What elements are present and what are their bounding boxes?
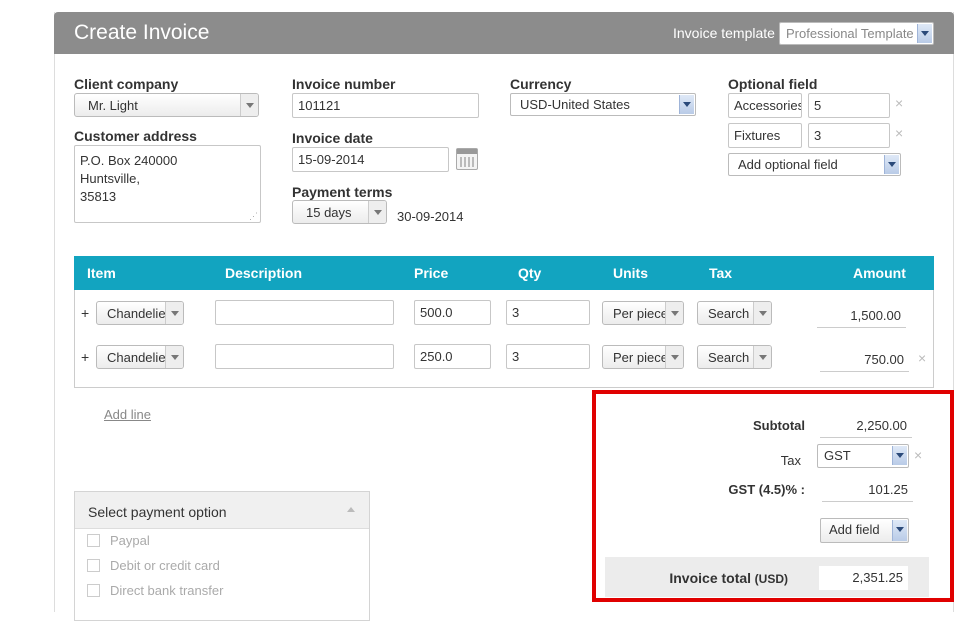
- client-company-label: Client company: [74, 76, 179, 92]
- add-row-icon[interactable]: +: [81, 305, 89, 321]
- chevron-down-icon: [165, 346, 183, 368]
- description-input[interactable]: [215, 344, 394, 369]
- optional-field-name-input[interactable]: Fixtures: [728, 123, 802, 148]
- chevron-down-icon: [753, 346, 771, 368]
- chevron-down-icon: [240, 94, 258, 116]
- optional-field-name-input[interactable]: Accessories: [728, 93, 802, 118]
- column-header-units: Units: [613, 265, 648, 281]
- column-header-qty: Qty: [518, 265, 542, 281]
- payment-options-panel: Select payment option Paypal Debit or cr…: [74, 491, 370, 621]
- item-select-value: Chandelier: [107, 306, 170, 321]
- close-icon[interactable]: ×: [895, 125, 903, 141]
- checkbox[interactable]: [87, 534, 100, 547]
- chevron-up-icon: [347, 507, 355, 512]
- item-select[interactable]: Chandelier: [96, 301, 184, 325]
- add-row-icon[interactable]: +: [81, 349, 89, 365]
- chevron-down-icon: [165, 302, 183, 324]
- column-header-item: Item: [87, 265, 116, 281]
- tax-search-select[interactable]: Search: [697, 345, 772, 369]
- column-header-description: Description: [225, 265, 303, 281]
- column-header-tax: Tax: [709, 265, 733, 281]
- close-icon[interactable]: ×: [895, 95, 903, 111]
- optional-field-value-input[interactable]: 3: [808, 123, 890, 148]
- checkbox[interactable]: [87, 584, 100, 597]
- payment-option-label: Direct bank transfer: [110, 583, 224, 598]
- address-line: P.O. Box 240000: [80, 153, 178, 168]
- column-header-price: Price: [414, 265, 449, 281]
- customer-address-textarea[interactable]: P.O. Box 240000 Huntsville, 35813 ⋰: [74, 145, 261, 223]
- payment-terms-value: 15 days: [306, 205, 352, 220]
- chevron-down-icon: [679, 95, 694, 114]
- item-select-value: Chandelier: [107, 350, 170, 365]
- checkbox[interactable]: [87, 559, 100, 572]
- payment-option-label: Debit or credit card: [110, 558, 220, 573]
- qty-input[interactable]: 3: [506, 300, 590, 325]
- row-amount: 750.00: [820, 348, 909, 372]
- row-amount: 1,500.00: [817, 304, 906, 328]
- invoice-number-input[interactable]: 101121: [292, 93, 479, 118]
- tax-search-select[interactable]: Search: [697, 301, 772, 325]
- column-header-amount: Amount: [853, 265, 906, 281]
- chevron-down-icon: [665, 302, 683, 324]
- price-input[interactable]: 250.0: [414, 344, 491, 369]
- chevron-down-icon: [368, 201, 386, 223]
- payment-options-title: Select payment option: [88, 504, 227, 520]
- payment-terms-select[interactable]: 15 days: [292, 200, 387, 224]
- chevron-down-icon: [917, 24, 932, 43]
- client-company-select[interactable]: Mr. Light: [74, 93, 259, 117]
- close-icon[interactable]: ×: [918, 350, 926, 366]
- chevron-down-icon: [884, 155, 899, 174]
- page-header: Create Invoice Invoice template Professi…: [54, 12, 954, 54]
- item-select[interactable]: Chandelier: [96, 345, 184, 369]
- add-optional-field-value: Add optional field: [738, 157, 838, 172]
- page-title: Create Invoice: [74, 21, 210, 44]
- payment-option-bank[interactable]: Direct bank transfer: [87, 583, 223, 598]
- add-optional-field-select[interactable]: Add optional field: [728, 153, 901, 176]
- add-line-link[interactable]: Add line: [104, 407, 151, 422]
- items-table-header: Item Description Price Qty Units Tax Amo…: [74, 256, 934, 290]
- price-input[interactable]: 500.0: [414, 300, 491, 325]
- units-select[interactable]: Per piece: [602, 301, 684, 325]
- optional-field-value-input[interactable]: 5: [808, 93, 890, 118]
- invoice-number-label: Invoice number: [292, 76, 396, 92]
- currency-select[interactable]: USD-United States: [510, 93, 696, 116]
- description-input[interactable]: [215, 300, 394, 325]
- payment-option-card[interactable]: Debit or credit card: [87, 558, 220, 573]
- template-label: Invoice template: [673, 25, 775, 41]
- optional-field-label: Optional field: [728, 76, 818, 92]
- units-select[interactable]: Per piece: [602, 345, 684, 369]
- client-company-value: Mr. Light: [88, 98, 138, 113]
- invoice-date-label: Invoice date: [292, 130, 373, 146]
- units-select-value: Per piece: [613, 350, 668, 365]
- payment-terms-label: Payment terms: [292, 184, 393, 200]
- template-select[interactable]: Professional Template: [779, 22, 934, 45]
- customer-address-label: Customer address: [74, 128, 197, 144]
- totals-highlight-box: [592, 390, 954, 602]
- invoice-date-input[interactable]: 15-09-2014: [292, 147, 449, 172]
- currency-value: USD-United States: [520, 97, 630, 112]
- address-line: 35813: [80, 189, 117, 204]
- units-select-value: Per piece: [613, 306, 668, 321]
- tax-search-value: Search: [708, 306, 750, 321]
- payment-option-paypal[interactable]: Paypal: [87, 533, 150, 548]
- template-select-value: Professional Template: [786, 26, 914, 41]
- currency-label: Currency: [510, 76, 572, 92]
- payment-options-header[interactable]: Select payment option: [75, 492, 369, 529]
- calendar-icon[interactable]: [456, 148, 478, 170]
- chevron-down-icon: [665, 346, 683, 368]
- tax-search-value: Search: [708, 350, 750, 365]
- resize-handle-icon[interactable]: ⋰: [249, 212, 258, 221]
- payment-option-label: Paypal: [110, 533, 150, 548]
- chevron-down-icon: [753, 302, 771, 324]
- due-date: 30-09-2014: [397, 209, 464, 224]
- address-line: Huntsville,: [80, 171, 140, 186]
- qty-input[interactable]: 3: [506, 344, 590, 369]
